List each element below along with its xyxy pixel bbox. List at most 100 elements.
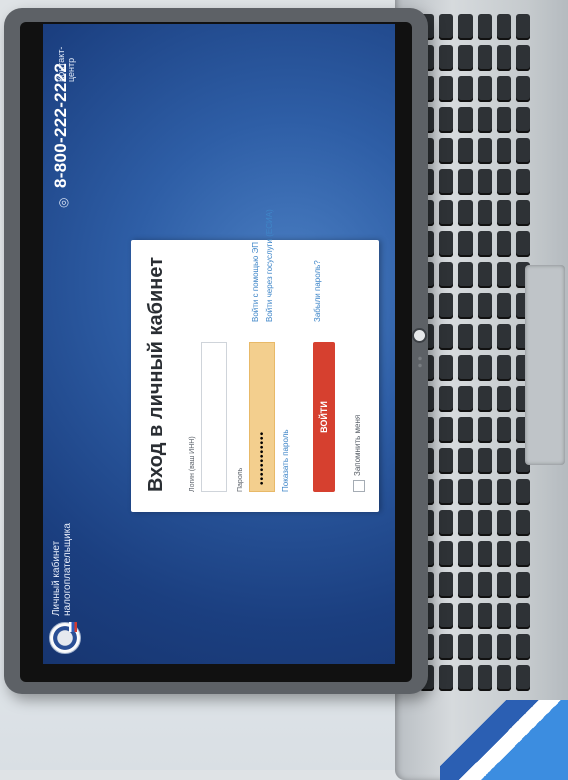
brand-line-2: налогоплательщика	[62, 523, 73, 616]
keyboard-key	[496, 634, 511, 660]
keyboard-key	[439, 14, 454, 40]
keyboard-key	[458, 448, 473, 474]
keyboard-key	[477, 76, 492, 102]
keyboard-key	[458, 14, 473, 40]
keyboard-key	[439, 386, 454, 412]
keyboard-key	[477, 262, 492, 288]
login-page: Личный кабинет налогоплательщика ◎ 8-800…	[43, 24, 395, 664]
keyboard-key	[496, 541, 511, 567]
laptop-screen: Личный кабинет налогоплательщика ◎ 8-800…	[43, 24, 395, 664]
keyboard-key	[458, 479, 473, 505]
keyboard-key	[496, 293, 511, 319]
keyboard-key	[458, 107, 473, 133]
keyboard-key	[458, 417, 473, 443]
keyboard-key	[496, 169, 511, 195]
keyboard-key	[496, 107, 511, 133]
keyboard-key	[439, 324, 454, 350]
keyboard-key	[439, 665, 454, 691]
keyboard-key	[496, 200, 511, 226]
keyboard-key	[439, 448, 454, 474]
keyboard-key	[496, 14, 511, 40]
contact-center-link[interactable]: Контакт-центр	[56, 24, 76, 82]
keyboard-key	[458, 665, 473, 691]
flag-icon	[69, 622, 77, 632]
keyboard-key	[477, 200, 492, 226]
keyboard-key	[496, 138, 511, 164]
forgot-password-link[interactable]: Забыли пароль?	[313, 260, 322, 322]
keyboard-key	[496, 76, 511, 102]
keyboard-key	[496, 45, 511, 71]
remember-me-label[interactable]: Запомнить меня	[353, 415, 362, 476]
keyboard-key	[477, 45, 492, 71]
login-label: Логин (ваш ИНН)	[189, 436, 196, 492]
keyboard-key	[477, 324, 492, 350]
keyboard-key	[439, 634, 454, 660]
keyboard-key	[515, 541, 530, 567]
keyboard-key	[458, 293, 473, 319]
keyboard-key	[496, 448, 511, 474]
password-label: Пароль	[237, 467, 244, 492]
keyboard-key	[439, 169, 454, 195]
keyboard-key	[515, 45, 530, 71]
keyboard-key	[496, 231, 511, 257]
keyboard-key	[515, 572, 530, 598]
keyboard-key	[458, 45, 473, 71]
keyboard-key	[439, 231, 454, 257]
keyboard-key	[515, 200, 530, 226]
keyboard-key	[439, 138, 454, 164]
keyboard-key	[496, 572, 511, 598]
ep-login-link[interactable]: Войти с помощью ЭП	[251, 242, 260, 322]
keyboard-key	[496, 324, 511, 350]
password-input[interactable]	[249, 342, 275, 492]
touchpad	[525, 265, 565, 465]
keyboard-key	[458, 572, 473, 598]
webcam-icon	[414, 330, 425, 341]
keyboard-key	[496, 417, 511, 443]
keyboard-key	[477, 355, 492, 381]
keyboard-key	[477, 541, 492, 567]
keyboard-key	[515, 14, 530, 40]
keyboard-key	[477, 169, 492, 195]
sensor-dots	[418, 355, 422, 369]
login-button[interactable]: ВОЙТИ	[313, 342, 335, 492]
keyboard-key	[496, 479, 511, 505]
eye-icon[interactable]: ◎	[56, 198, 70, 208]
keyboard-key	[439, 603, 454, 629]
keyboard-key	[477, 665, 492, 691]
laptop-keyboard	[420, 14, 530, 714]
keyboard-key	[458, 386, 473, 412]
keyboard-key	[439, 572, 454, 598]
keyboard-key	[496, 603, 511, 629]
keyboard-key	[477, 603, 492, 629]
keyboard-key	[477, 448, 492, 474]
page-title: Вход в личный кабинет	[145, 257, 167, 492]
keyboard-key	[496, 665, 511, 691]
keyboard-key	[477, 293, 492, 319]
remember-me-checkbox[interactable]	[353, 480, 365, 492]
keyboard-key	[496, 262, 511, 288]
keyboard-key	[458, 262, 473, 288]
keyboard-key	[439, 107, 454, 133]
keyboard-key	[477, 14, 492, 40]
keyboard-key	[439, 293, 454, 319]
keyboard-key	[458, 603, 473, 629]
keyboard-key	[477, 231, 492, 257]
keyboard-key	[439, 417, 454, 443]
esia-login-link[interactable]: Войти через госуслуги (ЕСИА)	[265, 209, 274, 322]
brand-title[interactable]: Личный кабинет налогоплательщика	[51, 523, 73, 616]
keyboard-key	[458, 324, 473, 350]
keyboard-key	[439, 541, 454, 567]
keyboard-key	[477, 386, 492, 412]
keyboard-key	[496, 355, 511, 381]
keyboard-key	[439, 479, 454, 505]
keyboard-key	[477, 107, 492, 133]
brand-line-1: Личный кабинет	[51, 540, 62, 616]
keyboard-key	[439, 355, 454, 381]
show-password-link[interactable]: Показать пароль	[281, 429, 290, 492]
keyboard-key	[515, 479, 530, 505]
login-input[interactable]	[201, 342, 227, 492]
keyboard-key	[496, 386, 511, 412]
keyboard-key	[515, 138, 530, 164]
keyboard-key	[515, 665, 530, 691]
keyboard-key	[477, 417, 492, 443]
